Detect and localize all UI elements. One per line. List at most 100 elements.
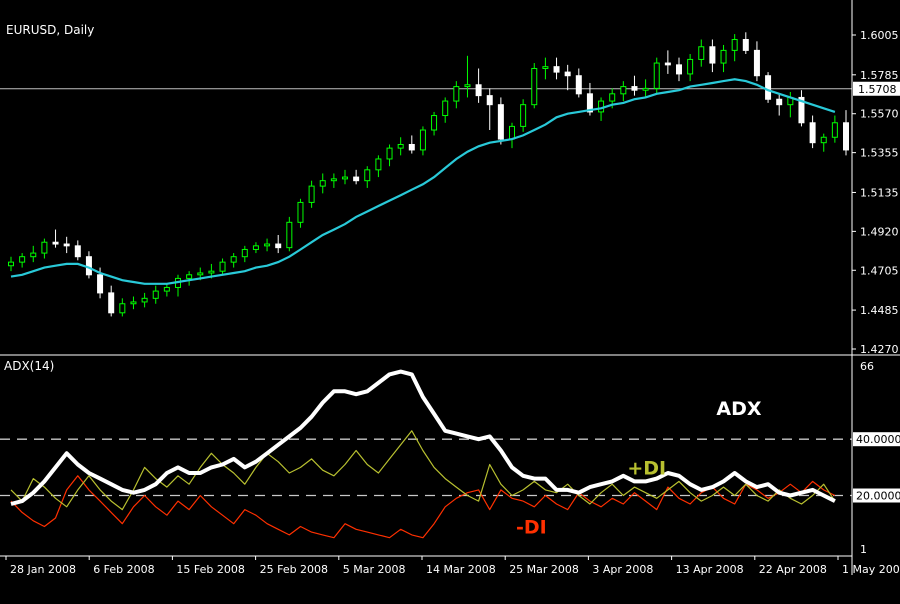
price-axis-tick-label: 1.5785 [860,69,899,82]
candle-body-bull [41,241,48,254]
x-axis-tick-label: 3 Apr 2008 [592,563,653,576]
candle-body-bear [776,98,783,106]
candle-body-bull [152,290,159,299]
candle-body-bull [252,245,259,250]
x-axis-tick-label: 1 May 2008 [842,563,900,576]
chart-svg: EURUSD, Daily ADX(14) ADX +DI -DI 1.6005 1.… [0,0,900,576]
candle-body-bear [497,104,504,140]
x-axis-tick-label: 15 Feb 2008 [176,563,244,576]
candle-body-bull [208,270,215,274]
candle-body-bull [831,122,838,138]
price-axis-tick-label: 1.5570 [860,108,899,121]
candle-body-bear [809,122,816,144]
candle-body-bear [709,46,716,64]
x-axis-tick-label: 14 Mar 2008 [426,563,496,576]
candle-body-bull [442,100,449,117]
candle-body-bull [653,62,660,89]
candle-body-bull [520,104,527,127]
candle-body-bull [308,185,315,203]
candle-body-bull [230,256,237,263]
candle-body-bear [475,84,482,97]
adx-level-label: 40.0000 [856,433,900,446]
candle-body-bear [63,243,70,247]
candle-body-bull [375,158,382,171]
price-panel: EURUSD, Daily [0,23,852,317]
candle-body-bull [731,39,738,51]
candle-body-bull [542,66,549,69]
price-axis-tick-label: 1.4270 [860,343,899,356]
candle-body-bull [698,46,705,60]
candle-body-bear [353,176,360,182]
candle-body-bull [8,261,14,267]
candle-body-bear [664,62,671,66]
series-label: ADX [716,398,761,420]
candle-body-bull [531,67,538,106]
candle-body-bear [676,64,682,75]
adx-series-line [10,430,836,511]
candle-body-bear [486,95,493,106]
candle-body-bull [186,274,193,279]
adx-series-line [10,369,836,506]
price-chart-title: EURUSD, Daily [6,23,94,37]
candle-body-bear [753,49,760,77]
candle-body-bear [742,39,749,51]
adx-axis-tick-label: 1 [860,543,867,556]
candle-body-bull [19,256,26,263]
series-label: +DI [627,457,666,479]
adx-panel: ADX(14) ADX +DI -DI [0,359,852,538]
candle-body-bull [509,125,515,140]
series-label: -DI [516,516,547,538]
adx-series-line [10,475,836,539]
candle-body-bull [431,115,438,131]
candle-body-bull [264,243,271,247]
x-axis-tick-label: 25 Mar 2008 [509,563,579,576]
candle-body-bull [319,180,326,187]
price-axis-tick-label: 1.4485 [860,304,899,317]
candle-body-bull [241,248,248,258]
candle-body-bull [642,87,649,91]
x-axis-tick-label: 6 Feb 2008 [93,563,154,576]
chart-root: EURUSD, Daily ADX(14) ADX +DI -DI 1.6005 1.… [0,0,900,600]
adx-level-label: 20.0000 [856,490,900,503]
candle-body-bear [275,243,282,249]
candle-body-bull [330,178,337,182]
x-axis-tick-label: 22 Apr 2008 [759,563,827,576]
x-axis-tick-label: 13 Apr 2008 [676,563,744,576]
candle-body-bear [97,274,104,294]
price-axis-tick-label: 1.5355 [860,147,899,160]
candle-body-bear [564,71,571,77]
current-price-label: 1.5708 [858,83,897,96]
x-axis-tick-label: 28 Jan 2008 [10,563,76,576]
candle-body-bull [30,252,37,258]
adx-axis-tick-label: 66 [860,360,874,373]
candle-body-bear [85,256,92,276]
price-axis-tick-label: 1.6005 [860,29,899,42]
candle-body-bear [631,86,638,91]
candle-body-bull [286,221,293,249]
candle-body-bear [553,66,560,73]
candle-body-bear [408,143,415,151]
candle-body-bear [843,122,849,151]
candle-body-bear [74,245,81,258]
x-axis-tick-label: 5 Mar 2008 [343,563,406,576]
candle-body-bull [130,301,137,305]
candle-body-bull [820,136,827,144]
candle-body-bull [342,176,348,180]
candle-body-bull [119,303,126,314]
candle-body-bull [687,58,694,75]
candle-body-bull [163,286,170,292]
candle-body-bull [620,86,627,95]
x-axis-tick-label: 25 Feb 2008 [260,563,328,576]
price-axis-tick-label: 1.5135 [860,186,899,199]
candle-body-bear [765,75,772,100]
candle-body-bull [219,261,226,272]
candle-body-bull [397,143,404,149]
candle-body-bull [364,169,371,182]
candle-body-bull [598,100,605,113]
candle-body-bull [453,86,460,102]
candle-body-bear [108,292,115,314]
candle-body-bull [197,272,204,276]
candle-body-bear [52,241,59,245]
moving-average-line [10,78,836,285]
candle-body-bear [575,75,582,95]
